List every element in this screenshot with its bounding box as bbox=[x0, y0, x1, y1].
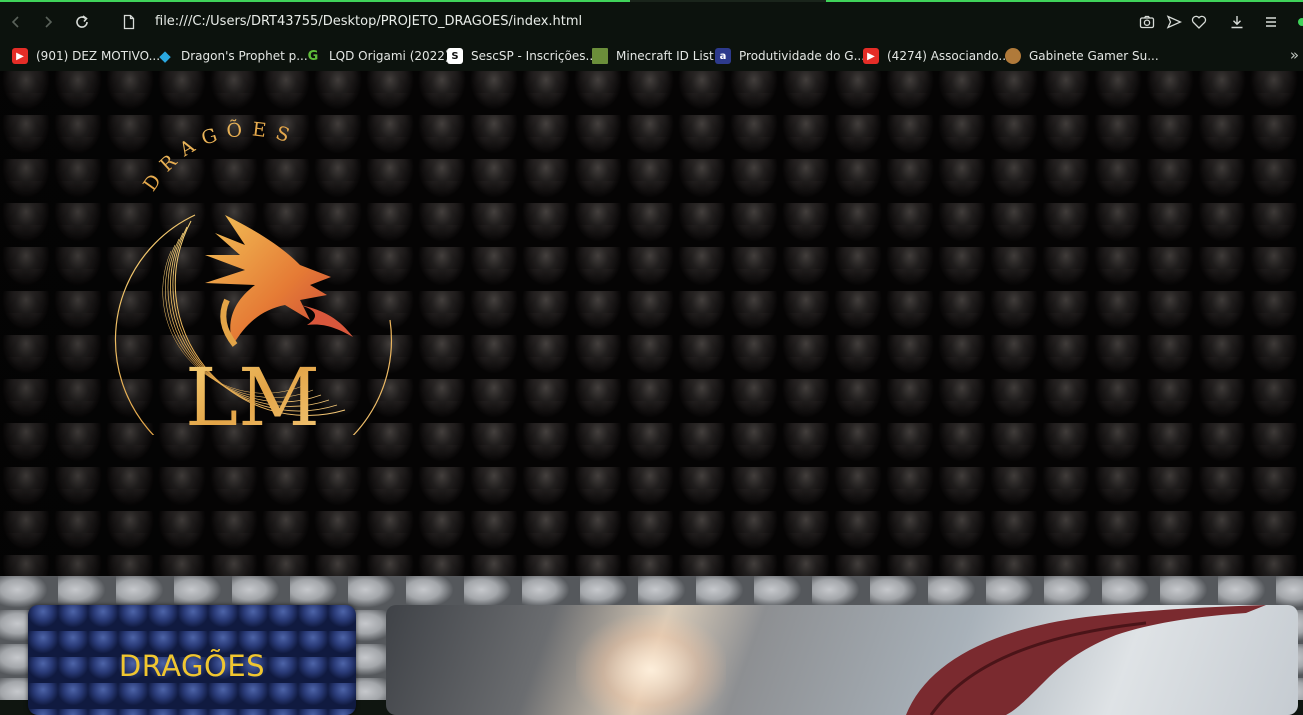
bookmark-item[interactable]: ◆ Dragon's Prophet p... bbox=[157, 46, 308, 66]
bookmark-label: (901) DEZ MOTIVO... bbox=[36, 49, 161, 63]
dragon-icon bbox=[205, 215, 353, 347]
bookmark-label: Produtividade do G... bbox=[739, 49, 866, 63]
address-bar[interactable]: file:///C:/Users/DRT43755/Desktop/PROJET… bbox=[155, 14, 582, 29]
extension-icon[interactable] bbox=[1292, 12, 1303, 32]
bookmark-item[interactable]: ▶ (4274) Associando... bbox=[863, 46, 1010, 66]
dragoes-logo: DRAGÕES LM bbox=[114, 117, 393, 435]
bookmark-label: (4274) Associando... bbox=[887, 49, 1010, 63]
bookmark-label: Gabinete Gamer Su... bbox=[1029, 49, 1159, 63]
back-icon[interactable] bbox=[6, 12, 26, 32]
tab-indicator bbox=[826, 0, 1303, 2]
bookmark-label: LQD Origami (2022) bbox=[329, 49, 450, 63]
chevron-right-icon[interactable]: » bbox=[1290, 46, 1299, 64]
heart-icon[interactable] bbox=[1189, 12, 1209, 32]
block-icon bbox=[592, 48, 608, 64]
bookmark-item[interactable]: a Produtividade do G... bbox=[715, 46, 865, 66]
s-icon: S bbox=[447, 48, 463, 64]
bookmark-label: Minecraft ID List bbox=[616, 49, 714, 63]
sidebar-card: DRAGÕES bbox=[28, 605, 356, 715]
store-icon bbox=[1005, 48, 1021, 64]
logo-monogram: LM bbox=[185, 351, 320, 435]
youtube-icon: ▶ bbox=[12, 48, 28, 64]
menu-icon[interactable] bbox=[1261, 12, 1281, 32]
g-icon: G bbox=[307, 48, 319, 64]
send-icon[interactable] bbox=[1164, 12, 1184, 32]
reload-icon[interactable] bbox=[72, 12, 92, 32]
browser-toolbar: file:///C:/Users/DRT43755/Desktop/PROJET… bbox=[0, 0, 1303, 41]
bookmark-item[interactable]: Gabinete Gamer Su... bbox=[1005, 46, 1159, 66]
diamond-icon: ◆ bbox=[159, 47, 171, 65]
dragon-banner-image bbox=[386, 605, 1298, 715]
sidebar-title: DRAGÕES bbox=[118, 649, 266, 683]
bookmark-item[interactable]: ▶ (901) DEZ MOTIVO... bbox=[12, 46, 160, 66]
a-icon: a bbox=[715, 48, 731, 64]
camera-icon[interactable] bbox=[1137, 12, 1157, 32]
download-icon[interactable] bbox=[1227, 12, 1247, 32]
forward-icon[interactable] bbox=[38, 12, 58, 32]
dragon-wing-icon bbox=[906, 605, 1266, 715]
bookmark-label: SescSP - Inscrições... bbox=[471, 49, 597, 63]
tab-indicator bbox=[0, 0, 630, 2]
bookmark-item[interactable]: S SescSP - Inscrições... bbox=[447, 46, 597, 66]
logo-arc-text: DRAGÕES bbox=[139, 117, 301, 195]
bookmark-item[interactable]: Minecraft ID List bbox=[592, 46, 714, 66]
youtube-icon: ▶ bbox=[863, 48, 879, 64]
bookmark-item[interactable]: G LQD Origami (2022) bbox=[305, 46, 450, 66]
bookmark-label: Dragon's Prophet p... bbox=[181, 49, 308, 63]
bookmarks-bar: ▶ (901) DEZ MOTIVO... ◆ Dragon's Prophet… bbox=[0, 41, 1303, 71]
page-icon bbox=[119, 12, 139, 32]
